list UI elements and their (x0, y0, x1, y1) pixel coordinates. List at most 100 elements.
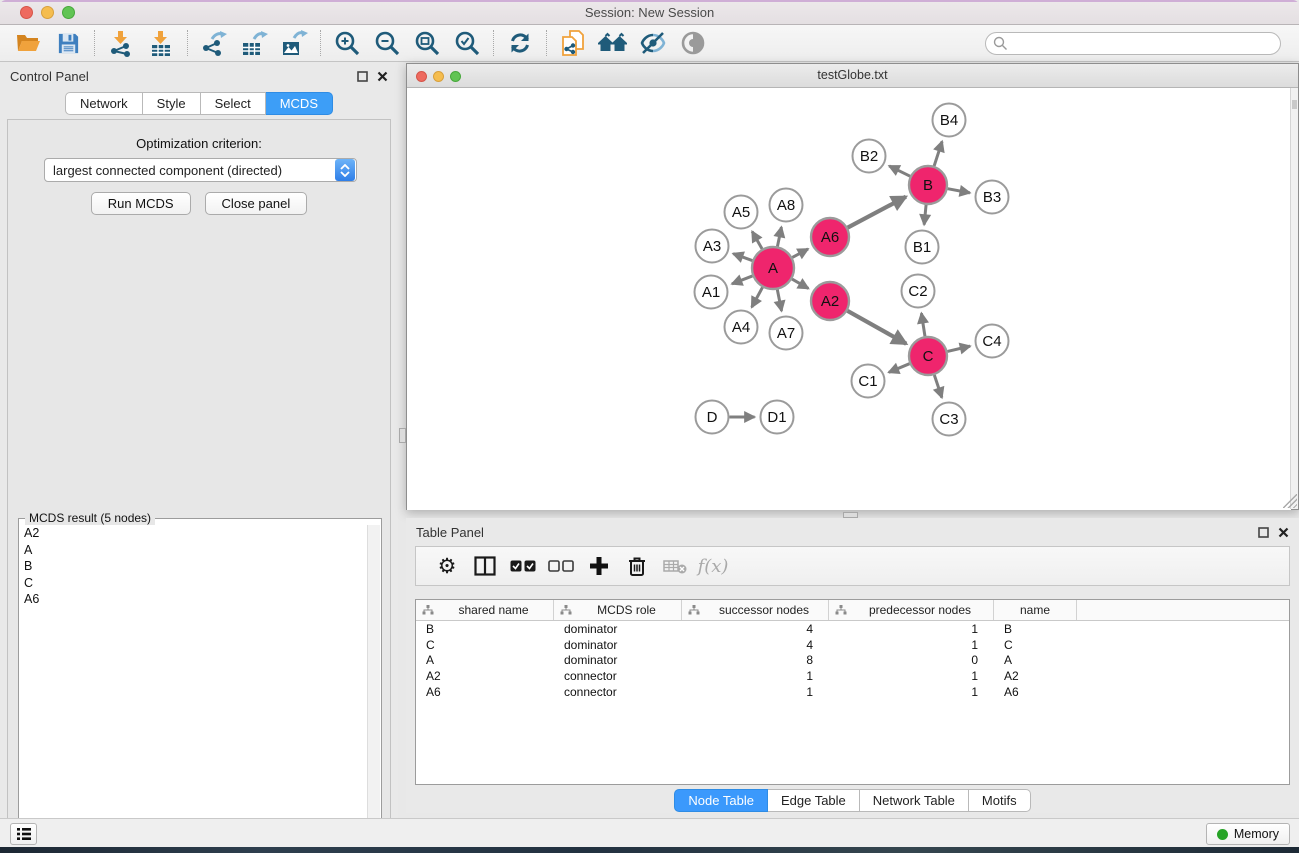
memory-button[interactable]: Memory (1206, 823, 1290, 845)
search-input[interactable] (1008, 34, 1280, 52)
import-table-button[interactable] (141, 27, 181, 59)
table-cell[interactable]: 0 (829, 653, 994, 667)
window-resize-grip[interactable] (1283, 494, 1297, 508)
graph-edge-A-A4[interactable] (752, 287, 763, 307)
network-scrollbar[interactable] (1290, 88, 1298, 509)
search-field[interactable] (985, 32, 1281, 55)
table-cell[interactable]: connector (554, 669, 682, 683)
deselect-all-button[interactable] (542, 550, 580, 582)
table-cell[interactable]: 1 (829, 669, 994, 683)
column-header-predecessor-nodes[interactable]: predecessor nodes (829, 600, 994, 620)
graph-edge-B-B4[interactable] (934, 141, 942, 166)
table-cell[interactable]: A2 (994, 669, 1077, 683)
table-cell[interactable]: A2 (416, 669, 554, 683)
table-cell[interactable]: dominator (554, 622, 682, 636)
graph-edge-A2-C[interactable] (847, 311, 906, 344)
table-cell[interactable]: 1 (829, 638, 994, 652)
table-cell[interactable]: B (416, 622, 554, 636)
refresh-layout-button[interactable] (500, 27, 540, 59)
zoom-fit-button[interactable] (407, 27, 447, 59)
tab-select[interactable]: Select (201, 92, 266, 115)
mcds-result-list[interactable]: A2ABCA6 (20, 525, 367, 851)
table-cell[interactable]: A6 (416, 685, 554, 699)
graph-edge-A-A1[interactable] (732, 276, 753, 284)
zoom-selected-button[interactable] (447, 27, 487, 59)
zoom-out-button[interactable] (367, 27, 407, 59)
table-cell[interactable]: A (994, 653, 1077, 667)
table-cell[interactable]: A6 (994, 685, 1077, 699)
column-header-MCDS-role[interactable]: MCDS role (554, 600, 682, 620)
tab-style[interactable]: Style (143, 92, 201, 115)
import-network-button[interactable] (101, 27, 141, 59)
table-cell[interactable]: dominator (554, 653, 682, 667)
table-cell[interactable]: B (994, 622, 1077, 636)
show-graphics-details-button[interactable] (673, 27, 713, 59)
table-cell[interactable]: dominator (554, 638, 682, 652)
tab-network-table[interactable]: Network Table (860, 789, 969, 812)
table-cell[interactable]: 1 (682, 669, 829, 683)
graph-edge-A-A5[interactable] (752, 232, 762, 249)
graph-edge-C-C1[interactable] (889, 364, 910, 373)
table-cell[interactable]: 1 (829, 685, 994, 699)
tab-network[interactable]: Network (65, 92, 143, 115)
add-column-button[interactable] (580, 550, 618, 582)
column-header-successor-nodes[interactable]: successor nodes (682, 600, 829, 620)
splitpane-grip-vertical[interactable] (399, 428, 406, 443)
table-cell[interactable]: C (416, 638, 554, 652)
delete-table-button[interactable] (656, 550, 694, 582)
table-cell[interactable]: 4 (682, 638, 829, 652)
graph-edge-A-A3[interactable] (733, 254, 752, 261)
home-layout-button[interactable] (593, 27, 633, 59)
table-row[interactable]: Adominator80A (416, 653, 1289, 669)
open-session-button[interactable] (8, 27, 48, 59)
run-mcds-button[interactable]: Run MCDS (91, 192, 191, 215)
close-panel-icon[interactable] (1278, 527, 1289, 538)
result-item[interactable]: B (24, 558, 367, 575)
graph-edge-A-A2[interactable] (792, 279, 808, 288)
close-panel-icon[interactable] (377, 71, 388, 82)
settings-gear-button[interactable]: ⚙ (428, 550, 466, 582)
float-panel-icon[interactable] (1258, 527, 1269, 538)
table-cell[interactable]: 4 (682, 622, 829, 636)
graph-edge-B-B1[interactable] (924, 205, 926, 225)
table-cell[interactable]: 1 (682, 685, 829, 699)
column-header-shared-name[interactable]: shared name (416, 600, 554, 620)
export-image-button[interactable] (274, 27, 314, 59)
duplicate-network-button[interactable] (553, 27, 593, 59)
tab-edge-table[interactable]: Edge Table (768, 789, 860, 812)
graph-edge-B-B2[interactable] (889, 166, 910, 176)
graph-edge-A6-B[interactable] (848, 197, 906, 228)
graph-edge-A-A6[interactable] (792, 249, 808, 258)
graph-edge-A-A7[interactable] (777, 290, 781, 311)
table-cell[interactable]: 8 (682, 653, 829, 667)
float-panel-icon[interactable] (357, 71, 368, 82)
table-row[interactable]: Cdominator41C (416, 637, 1289, 653)
save-session-button[interactable] (48, 27, 88, 59)
show-log-button[interactable] (10, 823, 37, 845)
export-table-button[interactable] (234, 27, 274, 59)
table-row[interactable]: A6connector11A6 (416, 684, 1289, 700)
select-all-button[interactable] (504, 550, 542, 582)
graph-edge-B-B3[interactable] (948, 189, 970, 193)
graph-edge-C-C4[interactable] (947, 346, 970, 351)
hide-graphics-details-button[interactable] (633, 27, 673, 59)
result-scrollbar[interactable] (367, 525, 380, 851)
table-cell[interactable]: A (416, 653, 554, 667)
table-row[interactable]: Bdominator41B (416, 621, 1289, 637)
network-window-titlebar[interactable]: testGlobe.txt (407, 64, 1298, 88)
tab-mcds[interactable]: MCDS (266, 92, 333, 115)
network-canvas[interactable]: AA1A2A3A4A5A6A7A8BB1B2B3B4CC1C2C3C4DD1 (407, 88, 1291, 510)
graph-edge-A-A8[interactable] (777, 227, 781, 246)
column-layout-button[interactable] (466, 550, 504, 582)
column-header-name[interactable]: name (994, 600, 1077, 620)
table-cell[interactable]: C (994, 638, 1077, 652)
optimization-criterion-select[interactable]: largest connected component (directed) (44, 158, 357, 182)
result-item[interactable]: C (24, 575, 367, 592)
node-table[interactable]: shared nameMCDS rolesuccessor nodesprede… (415, 599, 1290, 785)
delete-column-button[interactable] (618, 550, 656, 582)
table-row[interactable]: A2connector11A2 (416, 668, 1289, 684)
export-network-button[interactable] (194, 27, 234, 59)
graph-edge-C-C3[interactable] (934, 375, 942, 398)
close-panel-button[interactable]: Close panel (205, 192, 308, 215)
table-cell[interactable]: connector (554, 685, 682, 699)
